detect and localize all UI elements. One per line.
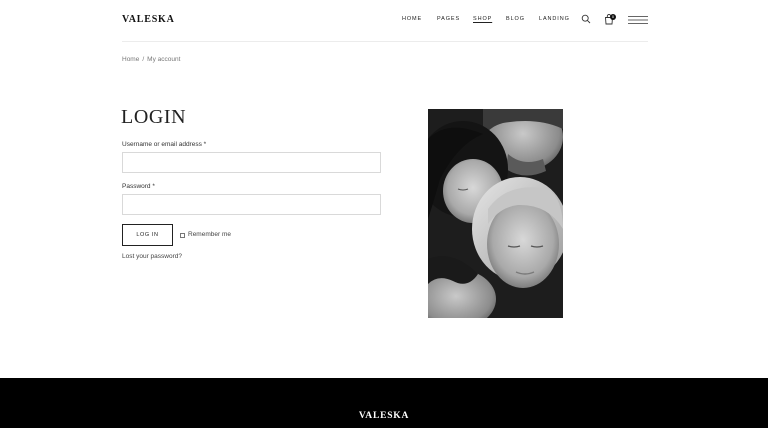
site-logo[interactable]: VALESKA: [122, 14, 175, 25]
login-title: LOGIN: [121, 106, 187, 128]
site-header: VALESKA HOME PAGES SHOP BLOG LANDING 0: [0, 0, 768, 41]
lost-password-link[interactable]: Lost your password?: [122, 253, 182, 260]
nav-item-shop[interactable]: SHOP: [473, 16, 492, 22]
nav-item-home[interactable]: HOME: [402, 16, 422, 22]
menu-icon[interactable]: [628, 15, 648, 25]
nav-item-landing[interactable]: LANDING: [539, 16, 570, 22]
login-button[interactable]: LOG IN: [122, 224, 173, 246]
footer-logo[interactable]: VALESKA: [0, 411, 768, 421]
breadcrumb: Home / My account: [122, 56, 180, 63]
breadcrumb-home[interactable]: Home: [122, 56, 139, 63]
password-field[interactable]: [122, 194, 381, 215]
nav-item-pages[interactable]: PAGES: [437, 16, 460, 22]
breadcrumb-current: My account: [147, 56, 181, 63]
username-field[interactable]: [122, 152, 381, 173]
username-label: Username or email address *: [122, 141, 207, 148]
nav-item-blog[interactable]: BLOG: [506, 16, 525, 22]
header-divider: [122, 41, 648, 42]
cart-count-badge: 0: [610, 14, 616, 20]
remember-me-checkbox[interactable]: [180, 233, 185, 238]
breadcrumb-separator: /: [142, 56, 145, 63]
search-icon[interactable]: [581, 14, 591, 24]
password-label: Password *: [122, 183, 155, 190]
portrait-image: [428, 109, 563, 318]
remember-me-label[interactable]: Remember me: [188, 231, 231, 238]
hero-photo: [428, 109, 563, 318]
